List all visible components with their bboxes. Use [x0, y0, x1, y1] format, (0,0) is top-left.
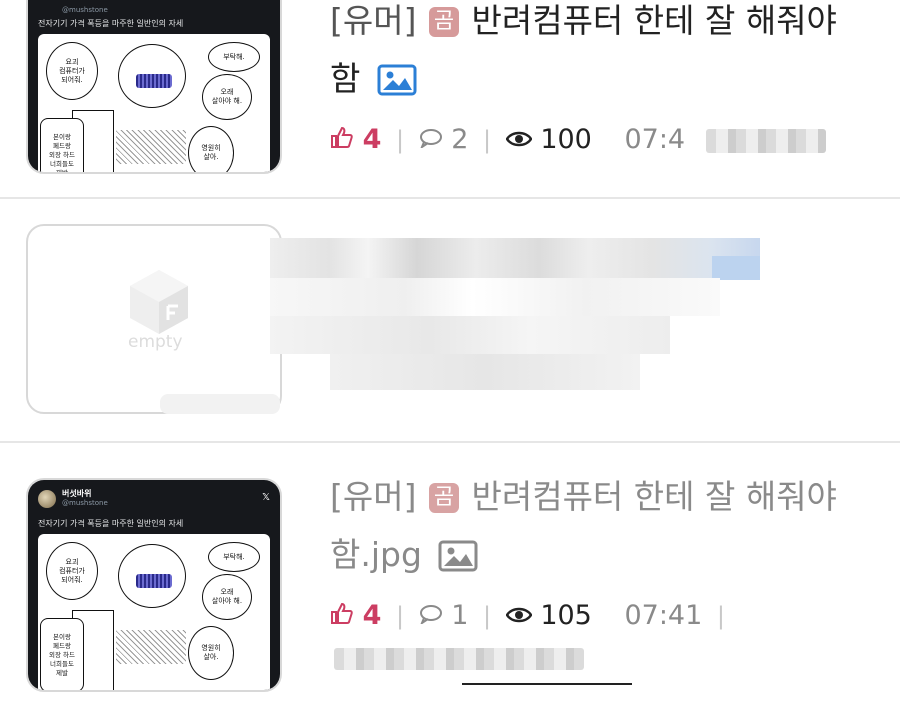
post-tag: [유머] — [330, 477, 417, 516]
like-count: 4 — [362, 600, 382, 631]
tweet-cartoon-image: 요괴 컴퓨터가 되어줘. 부탁해. 오래 살아야 해. 영원히 살아. 본이랑 … — [38, 534, 270, 690]
speech-bubble: 요괴 컴퓨터가 되어줘. — [46, 542, 98, 600]
comment-icon — [419, 124, 443, 155]
tweet-name: 버섯바위 — [62, 489, 92, 498]
post-title-text: 반려컴퓨터 한테 잘 해줘야 — [471, 1, 837, 40]
character-visor — [136, 74, 172, 88]
post-thumbnail[interactable]: @mushstone 전자기기 가격 폭등을 마주한 일반인의 자세 요괴 컴퓨… — [26, 0, 282, 174]
eye-icon — [505, 124, 533, 155]
speech-bubble: 요괴 컴퓨터가 되어줘. — [46, 42, 98, 100]
post-item-1[interactable]: @mushstone 전자기기 가격 폭등을 마주한 일반인의 자세 요괴 컴퓨… — [0, 0, 900, 198]
x-logo-icon: 𝕏 — [261, 492, 270, 503]
post-item-3[interactable]: 버섯바위 @mushstone 𝕏 전자기기 가격 폭등을 마주한 일반인의 자… — [0, 442, 900, 702]
post-title[interactable]: [유머] 곰 반려컴퓨터 한테 잘 해줘야 함.jpg — [330, 468, 870, 590]
comment-icon — [419, 600, 443, 631]
blurred-author — [334, 648, 584, 670]
post-meta: 4 | 1 | 105 07:41 | — [330, 596, 731, 636]
speech-box: 본이랑 페드랑 외장 하드 너희들도 제발 — [40, 618, 84, 690]
tweet-text: 전자기기 가격 폭등을 마주한 일반인의 자세 — [38, 519, 184, 528]
view-count: 105 — [540, 600, 592, 631]
meta-separator: | — [483, 126, 492, 154]
empty-placeholder-text: empty — [128, 332, 183, 352]
category-badge: 곰 — [428, 7, 459, 37]
eye-icon — [505, 600, 533, 631]
speech-bubble: 영원히 살아. — [188, 126, 234, 172]
image-icon — [377, 56, 417, 114]
tweet-handle: @mushstone — [62, 499, 108, 507]
meta-separator: | — [716, 602, 725, 630]
tweet-avatar — [38, 490, 56, 508]
post-meta: 4 | 2 | 100 07:4 — [330, 120, 826, 160]
post-title[interactable]: [유머] 곰 반려컴퓨터 한테 잘 해줘야 함 — [330, 0, 870, 114]
image-icon — [438, 532, 478, 590]
blurred-author — [705, 128, 826, 153]
meta-separator: | — [483, 602, 492, 630]
category-badge: 곰 — [428, 483, 459, 513]
tweet-screenshot: @mushstone 전자기기 가격 폭등을 마주한 일반인의 자세 요괴 컴퓨… — [28, 0, 280, 172]
view-count: 100 — [540, 124, 592, 155]
keyboard-desk — [116, 130, 186, 164]
post-thumbnail[interactable]: 버섯바위 @mushstone 𝕏 전자기기 가격 폭등을 마주한 일반인의 자… — [26, 478, 282, 692]
speech-bubble: 오래 살아야 해. — [202, 574, 252, 620]
meta-separator: | — [395, 126, 405, 154]
tweet-handle: @mushstone — [62, 6, 108, 14]
comment-count: 2 — [451, 124, 469, 155]
comment-count: 1 — [451, 600, 469, 631]
like-count: 4 — [362, 124, 382, 155]
tweet-screenshot: 버섯바위 @mushstone 𝕏 전자기기 가격 폭등을 마주한 일반인의 자… — [28, 480, 280, 690]
speech-bubble: 오래 살아야 해. — [202, 74, 252, 120]
post-title-text: 반려컴퓨터 한테 잘 해줘야 — [471, 477, 837, 516]
thumbs-up-icon — [330, 124, 354, 155]
post-time: 07:4 — [624, 124, 686, 155]
tweet-header: 버섯바위 @mushstone 𝕏 — [38, 488, 270, 516]
post-title-text-cont: 함.jpg — [330, 535, 422, 574]
character-visor — [136, 574, 172, 588]
keyboard-desk — [116, 630, 186, 664]
post-thumbnail-empty[interactable]: empty — [26, 224, 282, 414]
tweet-cartoon-image: 요괴 컴퓨터가 되어줘. 부탁해. 오래 살아야 해. 영원히 살아. 본이랑 … — [38, 34, 270, 172]
empty-box-icon — [130, 270, 188, 334]
post-item-2[interactable]: empty — [0, 198, 900, 442]
post-title-text-cont: 함 — [330, 59, 361, 98]
speech-bubble: 부탁해. — [208, 42, 260, 72]
speech-bubble: 부탁해. — [208, 542, 260, 572]
thumbs-up-icon — [330, 600, 354, 631]
meta-separator: | — [395, 602, 405, 630]
speech-box: 본이랑 페드랑 외장 하드 너희들도 제발 — [40, 118, 84, 172]
post-tag: [유머] — [330, 1, 417, 40]
tweet-text: 전자기기 가격 폭등을 마주한 일반인의 자세 — [38, 19, 184, 28]
post-time: 07:41 — [624, 600, 703, 631]
speech-bubble: 영원히 살아. — [188, 626, 234, 680]
